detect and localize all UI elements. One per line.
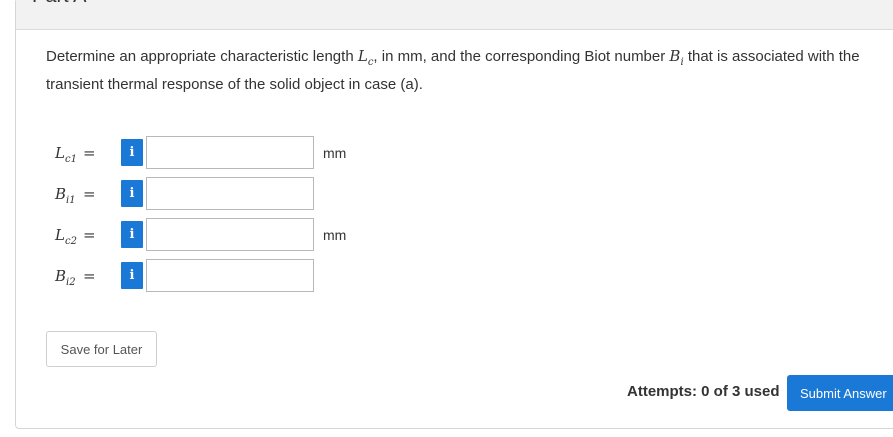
bi-symbol: Bi	[669, 47, 683, 68]
label-lc2: Lc2	[55, 226, 77, 247]
label-lc1: Lc1	[55, 144, 77, 165]
question-post: that is associated with the	[683, 48, 860, 65]
label-lc2-sym: L	[55, 226, 65, 244]
answer-row-bi2: Bi2 = i	[0, 259, 893, 293]
label-lc1-sym: L	[55, 144, 65, 162]
info-icon[interactable]: i	[121, 139, 143, 166]
unit-label: mm	[323, 227, 347, 243]
equals-sign: =	[83, 144, 96, 162]
lc1-input[interactable]	[146, 136, 314, 169]
part-header: Part A	[16, 0, 893, 30]
equals-sign: =	[83, 226, 96, 244]
label-bi1-sub: i1	[66, 195, 76, 206]
info-icon[interactable]: i	[121, 262, 143, 289]
answer-row-bi1: Bi1 = i	[0, 177, 893, 211]
label-lc2-sub: c2	[64, 236, 77, 247]
label-bi1-sym: B	[55, 185, 67, 203]
lc2-input[interactable]	[146, 218, 314, 251]
info-icon[interactable]: i	[121, 180, 143, 207]
unit-label: mm	[323, 145, 347, 161]
label-bi1: Bi1	[55, 185, 76, 206]
label-bi2: Bi2	[55, 267, 76, 288]
bi1-input[interactable]	[146, 177, 314, 210]
question-text: Determine an appropriate characteristic …	[46, 45, 893, 96]
question-mid: , in mm, and the corresponding Biot numb…	[373, 48, 670, 65]
label-bi2-sym: B	[55, 267, 67, 285]
question-line2: transient thermal response of the solid …	[46, 76, 423, 93]
equals-sign: =	[83, 185, 96, 203]
bi2-input[interactable]	[146, 259, 314, 292]
info-icon[interactable]: i	[121, 221, 143, 248]
question-pre: Determine an appropriate characteristic …	[46, 48, 358, 65]
label-lc1-sub: c1	[64, 154, 77, 165]
equals-sign: =	[83, 267, 96, 285]
label-bi2-sub: i2	[66, 277, 76, 288]
attempts-counter: Attempts: 0 of 3 used	[627, 383, 780, 400]
save-for-later-button[interactable]: Save for Later	[46, 331, 157, 367]
bi-symbol-letter: B	[669, 47, 681, 65]
submit-answer-button[interactable]: Submit Answer	[787, 375, 893, 411]
lc-symbol-letter: L	[357, 47, 368, 65]
lc-symbol: Lc	[357, 47, 374, 68]
part-title: Part A	[32, 0, 86, 8]
answer-row-lc2: Lc2 = i mm	[0, 218, 893, 252]
answer-row-lc1: Lc1 = i mm	[0, 136, 893, 170]
